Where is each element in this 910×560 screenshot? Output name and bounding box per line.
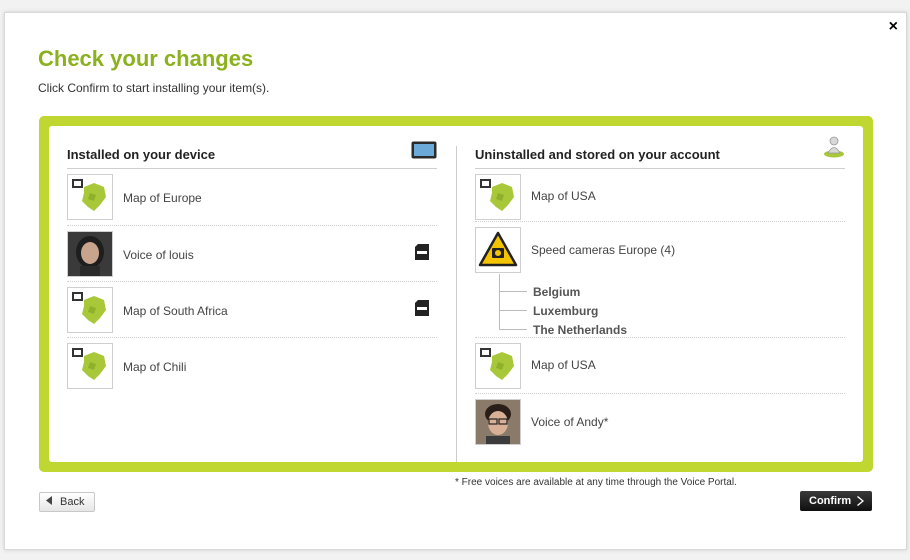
voice-portrait	[475, 399, 521, 445]
item-label: Map of Chili	[123, 360, 187, 374]
installed-heading: Installed on your device	[67, 147, 216, 162]
uninstalled-header: Uninstalled and stored on your account	[475, 136, 845, 169]
map-icon	[475, 174, 521, 220]
map-icon	[67, 287, 113, 333]
list-item[interactable]: Voice of Andy*	[475, 394, 845, 450]
item-label: Map of USA	[531, 358, 596, 372]
installed-header: Installed on your device	[67, 138, 437, 169]
confirm-button[interactable]: Confirm	[800, 491, 872, 511]
map-icon	[67, 343, 113, 389]
list-item[interactable]: Map of USA	[475, 338, 845, 394]
item-label: Map of Europe	[123, 191, 202, 205]
changes-panel-inner: Installed on your device Map of Europe V…	[49, 126, 863, 462]
tree-line	[499, 291, 527, 292]
list-item[interactable]: Map of Chili	[67, 338, 437, 394]
item-label: Voice of Andy*	[531, 415, 609, 429]
item-label: Map of South Africa	[123, 304, 228, 318]
device-icon	[411, 141, 437, 164]
sub-item-label: Luxemburg	[533, 304, 599, 318]
check-changes-dialog: × Check your changes Click Confirm to st…	[4, 12, 907, 550]
item-label: Voice of louis	[123, 248, 194, 262]
sub-item-label: Belgium	[533, 285, 581, 299]
changes-panel: Installed on your device Map of Europe V…	[39, 116, 873, 472]
list-item[interactable]: Map of USA	[475, 169, 845, 222]
tree-line	[499, 329, 527, 330]
list-item[interactable]: Map of South Africa	[67, 282, 437, 338]
confirm-label: Confirm	[809, 495, 852, 507]
item-label: Speed cameras Europe (4)	[531, 243, 676, 257]
tree-line	[499, 310, 527, 311]
account-icon	[823, 134, 845, 163]
sub-item-label: The Netherlands	[533, 323, 628, 337]
chevron-left-icon	[46, 496, 53, 508]
map-icon	[67, 174, 113, 220]
sd-card-icon	[415, 244, 429, 260]
column-divider	[456, 146, 457, 462]
speed-camera-icon	[475, 227, 521, 273]
back-label: Back	[60, 496, 85, 508]
item-label: Map of USA	[531, 189, 596, 203]
list-item[interactable]: Map of Europe	[67, 169, 437, 226]
chevron-right-icon	[857, 496, 864, 509]
page-subtitle: Click Confirm to start installing your i…	[38, 81, 270, 95]
uninstalled-heading: Uninstalled and stored on your account	[475, 147, 720, 162]
map-icon	[475, 343, 521, 389]
footnote: * Free voices are available at any time …	[455, 477, 737, 488]
sd-card-icon	[415, 300, 429, 316]
back-button[interactable]: Back	[39, 492, 95, 512]
tree-line	[499, 274, 500, 329]
list-item[interactable]: Voice of louis	[67, 226, 437, 282]
voice-portrait	[67, 231, 113, 277]
list-item[interactable]: Speed cameras Europe (4) Belgium Luxembu…	[475, 222, 845, 338]
close-icon[interactable]: ×	[889, 17, 898, 37]
page-title: Check your changes	[38, 46, 254, 71]
